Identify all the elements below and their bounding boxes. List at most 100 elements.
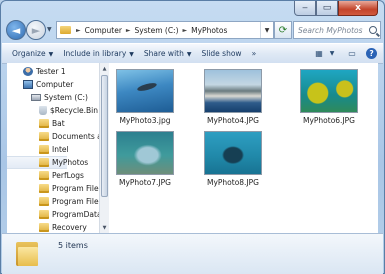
forward-button[interactable]: ► — [26, 20, 46, 40]
view-options-icon[interactable]: ▦ — [313, 48, 325, 59]
file-name: MyPhoto7.JPG — [118, 178, 171, 187]
file-name: MyPhoto6.JPG — [302, 116, 355, 125]
file-item[interactable]: MyPhoto3.jpg — [109, 69, 181, 125]
preview-pane-icon[interactable]: ▭ — [346, 48, 358, 59]
folder-icon — [39, 210, 49, 219]
folder-icon — [60, 26, 71, 34]
photo-thumbnail[interactable] — [116, 69, 174, 113]
tree-item-label: System (C:) — [44, 93, 88, 102]
search-placeholder: Search MyPhotos — [298, 25, 363, 35]
navigation-scrollbar[interactable]: ▲ ▼ — [99, 63, 109, 233]
recycle-bin-icon — [39, 106, 47, 115]
folder-icon — [39, 184, 49, 193]
more-commands-button[interactable]: » — [252, 49, 257, 58]
folder-icon — [39, 119, 49, 128]
minimize-button[interactable]: ‒ — [294, 1, 316, 16]
tree-item-label: Program Files — [52, 197, 100, 206]
folder-icon — [39, 197, 49, 206]
tree-item-intel[interactable]: Intel — [7, 143, 99, 156]
folder-icon — [39, 145, 49, 154]
view-dropdown-icon[interactable]: ▼ — [326, 48, 338, 59]
tree-item-computer[interactable]: Computer — [7, 78, 99, 91]
details-pane: 5 items — [2, 233, 383, 274]
breadcrumb-myphotos[interactable]: MyPhotos — [191, 26, 227, 35]
file-item[interactable]: MyPhoto4.JPG — [197, 69, 269, 125]
address-dropdown-icon[interactable]: ▼ — [260, 22, 273, 38]
include-in-library-label: Include in library — [63, 49, 127, 58]
help-icon[interactable]: ? — [366, 48, 377, 59]
tree-item-program-files[interactable]: Program Files — [7, 182, 99, 195]
file-item[interactable]: MyPhoto8.JPG — [197, 131, 269, 187]
tree-item-recovery[interactable]: Recovery — [7, 221, 99, 233]
search-input[interactable]: Search MyPhotos — [293, 21, 381, 39]
slide-show-button[interactable]: Slide show — [201, 49, 241, 58]
chevron-down-icon: ▼ — [186, 51, 192, 58]
caption-buttons: ‒ ▭ x — [294, 1, 378, 17]
tree-item-tester-1[interactable]: Tester 1 — [7, 65, 99, 78]
tree-item-label: $Recycle.Bin — [50, 106, 99, 115]
share-with-label: Share with — [143, 49, 184, 58]
file-name: MyPhoto4.JPG — [206, 116, 259, 125]
chevron-down-icon: ▼ — [129, 51, 134, 58]
chevron-right-icon[interactable]: ► — [183, 27, 188, 34]
tree-item-label: Recovery — [52, 223, 87, 232]
chevron-down-icon: ▼ — [48, 51, 54, 58]
tree-item-bat[interactable]: Bat — [7, 117, 99, 130]
view-controls: ▦ ▼ ▭ ? — [305, 48, 377, 59]
explorer-window: ‒ ▭ x ◄ ► ▼ ► Computer ► System (C:) ► M… — [0, 0, 385, 274]
tree-item-label: Bat — [52, 119, 65, 128]
tree-item-label: Computer — [36, 80, 74, 89]
chevron-right-icon[interactable]: ► — [126, 27, 131, 34]
item-count: 5 items — [58, 241, 88, 250]
tree-item-label: Intel — [52, 145, 69, 154]
share-with-menu[interactable]: Share with ▼ — [144, 49, 192, 58]
tree-item-perflogs[interactable]: PerfLogs — [7, 169, 99, 182]
tree-item-myphotos[interactable]: MyPhotos — [7, 156, 88, 169]
address-bar[interactable]: ► Computer ► System (C:) ► MyPhotos ▼ — [56, 21, 274, 39]
computer-icon — [23, 80, 33, 89]
file-name: MyPhoto3.jpg — [119, 116, 171, 125]
file-item[interactable]: MyPhoto7.JPG — [109, 131, 181, 187]
breadcrumb-system-c[interactable]: System (C:) — [135, 26, 179, 35]
breadcrumb-computer[interactable]: Computer — [85, 26, 122, 35]
folder-icon — [39, 171, 49, 180]
close-button[interactable]: x — [338, 1, 378, 16]
search-icon[interactable] — [369, 26, 377, 34]
recent-pages-dropdown[interactable]: ▼ — [47, 26, 53, 33]
tree-item-label: ProgramData — [52, 210, 100, 219]
folder-icon — [39, 158, 49, 167]
command-bar: Organize ▼ Include in library ▼ Share with… — [2, 43, 383, 64]
file-item[interactable]: MyPhoto6.JPG — [293, 69, 365, 125]
folder-icon — [16, 242, 38, 266]
include-in-library-menu[interactable]: Include in library ▼ — [63, 49, 134, 58]
tree-item-label: MyPhotos — [52, 158, 89, 167]
tree-item-label: Tester 1 — [36, 67, 66, 76]
tree-item-documents[interactable]: Documents a — [7, 130, 99, 143]
scrollbar-thumb[interactable] — [101, 75, 108, 197]
photo-thumbnail[interactable] — [204, 69, 262, 113]
refresh-button[interactable]: ⟳ — [274, 21, 292, 39]
folder-icon — [39, 132, 49, 141]
organize-menu[interactable]: Organize ▼ — [12, 49, 53, 58]
tree-item-program-files-x86[interactable]: Program Files — [7, 195, 99, 208]
tree-item-label: Documents a — [52, 132, 100, 141]
file-name: MyPhoto8.JPG — [206, 178, 259, 187]
folder-icon — [39, 223, 49, 232]
tree-item-label: PerfLogs — [52, 171, 84, 180]
tree-item-programdata[interactable]: ProgramData — [7, 208, 99, 221]
navigation-pane: Tester 1 Computer System (C:) $Recycle.B… — [7, 63, 100, 233]
tree-item-system-c[interactable]: System (C:) — [7, 91, 99, 104]
photo-thumbnail[interactable] — [116, 131, 174, 175]
photo-thumbnail[interactable] — [300, 69, 358, 113]
back-button[interactable]: ◄ — [6, 20, 26, 40]
tree-item-recycle-bin[interactable]: $Recycle.Bin — [7, 104, 99, 117]
scroll-up-icon[interactable]: ▲ — [100, 64, 109, 73]
photo-thumbnail[interactable] — [204, 131, 262, 175]
drive-icon — [31, 94, 41, 101]
maximize-button[interactable]: ▭ — [316, 1, 338, 16]
file-list: MyPhoto3.jpg MyPhoto4.JPG MyPhoto6.JPG M… — [109, 63, 378, 233]
scroll-down-icon[interactable]: ▼ — [100, 223, 109, 232]
tree-item-label: Program Files — [52, 184, 100, 193]
navigation-bar: ◄ ► ▼ ► Computer ► System (C:) ► MyPhoto… — [6, 19, 381, 41]
chevron-right-icon[interactable]: ► — [76, 27, 81, 34]
